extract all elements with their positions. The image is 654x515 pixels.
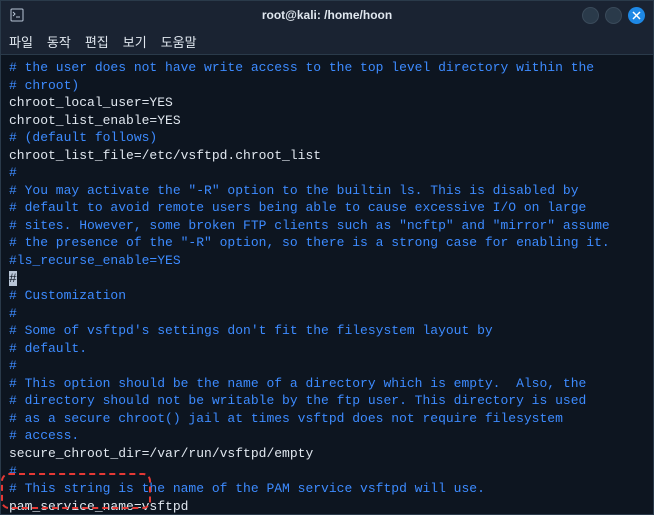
menu-edit[interactable]: 편집 (85, 32, 109, 51)
menu-view[interactable]: 보기 (123, 32, 147, 51)
window-controls (582, 7, 645, 24)
terminal-icon (9, 7, 25, 23)
terminal-wrapper: # the user does not have write access to… (1, 55, 653, 514)
close-button[interactable] (628, 7, 645, 24)
terminal-window: root@kali: /home/hoon 파일 동작 편집 보기 도움말 # … (0, 0, 654, 515)
menu-action[interactable]: 동작 (47, 32, 71, 51)
menu-help[interactable]: 도움말 (161, 32, 197, 51)
menu-bar: 파일 동작 편집 보기 도움말 (1, 29, 653, 55)
menu-file[interactable]: 파일 (9, 32, 33, 51)
title-bar[interactable]: root@kali: /home/hoon (1, 1, 653, 29)
minimize-button[interactable] (582, 7, 599, 24)
terminal-content[interactable]: # the user does not have write access to… (1, 55, 653, 514)
maximize-button[interactable] (605, 7, 622, 24)
window-title: root@kali: /home/hoon (262, 8, 392, 22)
